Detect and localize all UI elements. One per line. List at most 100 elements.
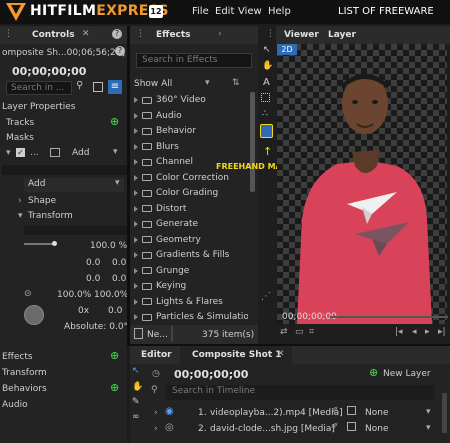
rectangle-mask-tool-icon[interactable]	[261, 93, 270, 102]
effects-category-item[interactable]: Geometry	[134, 233, 201, 247]
chevron-right-icon[interactable]: ›	[154, 408, 158, 418]
effects-category-item[interactable]: 360° Video	[134, 93, 206, 107]
rotation-turns-value[interactable]: 0x	[78, 306, 89, 316]
timeline-scrollbar[interactable]	[442, 393, 447, 433]
timeline-search-input[interactable]: Search in Timeline	[166, 385, 434, 400]
add-behavior-icon[interactable]: ⊕	[110, 381, 119, 394]
new-label[interactable]: Ne...	[147, 330, 168, 340]
mask-visibility-checkbox[interactable]: ✓	[16, 148, 25, 157]
effects-category-item[interactable]: Gradients & Fills	[134, 248, 229, 262]
layer-1-switch-icon[interactable]	[347, 406, 356, 415]
effects-category-item[interactable]: Channel	[134, 155, 193, 169]
chevron-down-icon[interactable]: ▾	[6, 148, 11, 158]
rotation-dial[interactable]	[24, 305, 44, 325]
grid-view-icon[interactable]	[93, 82, 103, 92]
tab-editor[interactable]: Editor	[141, 350, 172, 360]
drag-handle-icon[interactable]: ⋮	[4, 29, 13, 39]
effects-category-item[interactable]: Blurs	[134, 140, 179, 154]
link-icon[interactable]: ⊝	[24, 289, 32, 299]
mask-name[interactable]: ...	[30, 148, 39, 158]
hand-tool-icon[interactable]: ✋	[132, 382, 143, 392]
position-x-value[interactable]: 0.0	[86, 258, 100, 268]
menu-view[interactable]: View	[238, 6, 262, 17]
help-icon[interactable]: ?	[115, 46, 125, 56]
close-icon[interactable]: ✕	[277, 349, 285, 359]
play-icon[interactable]: ◂	[412, 327, 417, 337]
select-tool-icon[interactable]: ↖	[263, 45, 271, 55]
viewer-canvas[interactable]	[277, 44, 447, 324]
drag-handle-icon[interactable]: ⋮	[136, 29, 145, 39]
eye-icon[interactable]: ◉	[165, 406, 174, 417]
layer-2-name[interactable]: david-clode...sh.jpg [Media]	[210, 424, 335, 434]
viewer-scrub-bar[interactable]	[330, 316, 448, 318]
new-layer-icon[interactable]: ⊕	[369, 366, 378, 379]
absolute-rotation-value[interactable]: Absolute: 0.0°	[64, 322, 128, 332]
eye-icon[interactable]: ◎	[165, 422, 174, 433]
razor-tool-icon[interactable]: ✎	[132, 397, 140, 407]
close-icon[interactable]: ✕	[82, 29, 90, 39]
list-view-icon[interactable]: ≡	[108, 80, 122, 94]
position-y-value[interactable]: 0.0	[112, 258, 126, 268]
controls-search-input[interactable]: Search in ...	[6, 81, 72, 95]
effects-category-item[interactable]: Color Grading	[134, 186, 218, 200]
ellipse-mask-tool-icon[interactable]: ∴	[262, 109, 268, 119]
scale-x-value[interactable]: 100.0%	[57, 290, 91, 300]
play-forward-icon[interactable]: ▸	[425, 327, 430, 337]
shape-label[interactable]: Shape	[28, 196, 56, 206]
anchor-x-value[interactable]: 0.0	[86, 274, 100, 284]
crop-icon[interactable]: ▭	[295, 327, 304, 337]
chevron-right-icon[interactable]: ›	[154, 424, 158, 434]
effects-category-item[interactable]: Distort	[134, 202, 186, 216]
scale-y-value[interactable]: 100.0%	[94, 290, 128, 300]
resize-handle-icon[interactable]: ⋰	[261, 291, 271, 302]
controls-timecode[interactable]: 00;00;00;00	[12, 65, 86, 78]
chevron-down-icon[interactable]: ▾	[18, 211, 23, 221]
menu-help[interactable]: Help	[268, 6, 291, 17]
effects-search-input[interactable]: Search in Effects	[136, 53, 252, 68]
prev-frame-icon[interactable]: |◂	[395, 327, 403, 337]
next-frame-icon[interactable]: ▸|	[438, 327, 446, 337]
mask-mode-select[interactable]: Add	[72, 148, 89, 158]
layer-2-blend-select[interactable]: None	[365, 424, 388, 434]
tab-composite-shot[interactable]: Composite Shot 1	[192, 350, 282, 360]
tab-effects[interactable]: Effects	[156, 30, 191, 40]
help-icon[interactable]: ?	[112, 29, 122, 39]
freehand-mask-tool-icon[interactable]	[260, 124, 273, 138]
effects-category-item[interactable]: Keying	[134, 279, 186, 293]
2d-badge[interactable]: 2D	[277, 44, 297, 55]
layer-1-blend-select[interactable]: None	[365, 408, 388, 418]
timeline-timecode[interactable]: 00;00;00;00	[174, 368, 248, 381]
select-tool-icon[interactable]: ↖	[132, 366, 140, 376]
tab-layer[interactable]: Layer	[328, 30, 356, 40]
effects-category-item[interactable]: Behavior	[134, 124, 196, 138]
transform-label[interactable]: Transform	[28, 211, 73, 221]
pen-icon[interactable]: ✐	[331, 406, 339, 416]
effects-category-item[interactable]: Particles & Simulation	[134, 310, 248, 324]
chevron-right-icon[interactable]: ›	[18, 196, 22, 206]
anchor-y-value[interactable]: 0.0	[112, 274, 126, 284]
link-tool-icon[interactable]: ∞	[132, 412, 140, 422]
more-tabs-icon[interactable]: ›	[218, 29, 222, 39]
add-effect-icon[interactable]: ⊕	[110, 349, 119, 362]
effects-category-item[interactable]: Grunge	[134, 264, 189, 278]
add-dropdown[interactable]: Add	[24, 178, 124, 192]
menu-file[interactable]: File	[192, 6, 209, 17]
settings-icon[interactable]: ⌗	[309, 327, 314, 337]
sort-icon[interactable]: ⇅	[232, 78, 240, 88]
menu-edit[interactable]: Edit	[215, 6, 234, 17]
opacity-slider-handle[interactable]	[52, 241, 57, 246]
effects-scrollbar[interactable]	[250, 92, 255, 192]
viewer-timecode[interactable]: 00;00;00;00	[282, 312, 337, 322]
drag-handle-icon[interactable]: ⋮	[266, 29, 275, 39]
search-options-icon[interactable]: ⚲	[76, 80, 83, 91]
tab-controls[interactable]: Controls	[32, 30, 75, 40]
add-track-icon[interactable]: ⊕	[110, 115, 119, 128]
effects-category-item[interactable]: Generate	[134, 217, 198, 231]
effects-category-item[interactable]: Color Correction	[134, 171, 229, 185]
pen-icon[interactable]: ✐	[331, 422, 339, 432]
new-layer-button[interactable]: New Layer	[383, 369, 431, 379]
opacity-value[interactable]: 100.0 %	[90, 241, 127, 251]
text-tool-icon[interactable]: A	[263, 77, 270, 88]
opacity-slider[interactable]	[24, 243, 54, 245]
loop-icon[interactable]: ⇄	[280, 327, 288, 337]
